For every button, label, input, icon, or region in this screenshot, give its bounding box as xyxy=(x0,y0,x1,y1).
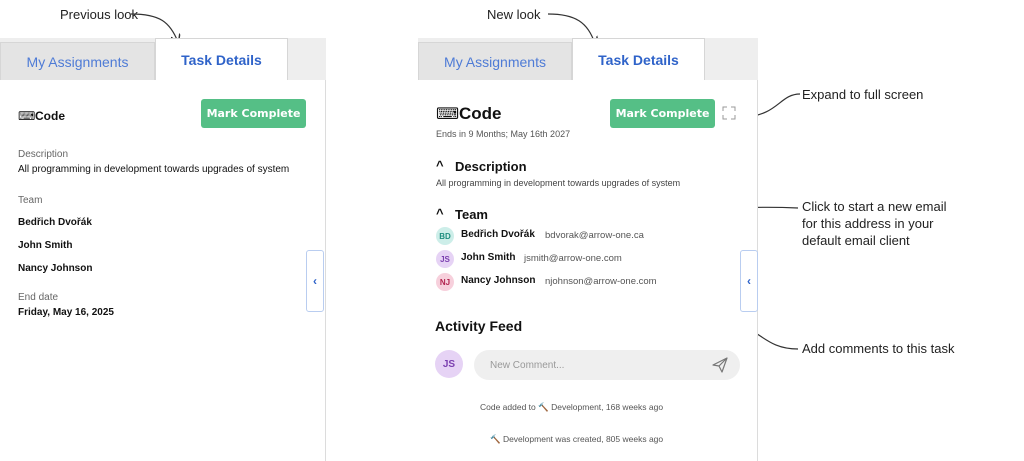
avatar: JS xyxy=(436,250,454,268)
task-deadline-subtitle: Ends in 9 Months; May 16th 2027 xyxy=(436,129,571,139)
activity-feed-title: Activity Feed xyxy=(435,318,523,334)
team-member-name: Bedřich Dvořák xyxy=(461,229,535,240)
chevron-left-icon: ‹ xyxy=(313,274,317,288)
send-icon[interactable] xyxy=(712,357,728,373)
annotation-expand: Expand to full screen xyxy=(802,87,924,102)
old-tab-task-details[interactable]: Task Details xyxy=(155,38,288,81)
avatar: NJ xyxy=(436,273,454,291)
old-team-label: Team xyxy=(18,195,43,206)
new-tab-my-assignments[interactable]: My Assignments xyxy=(418,42,572,80)
avatar: BD xyxy=(436,227,454,245)
expand-icon[interactable] xyxy=(722,106,736,120)
team-member-name: John Smith xyxy=(461,252,516,263)
old-mark-complete-button[interactable]: Mark Complete xyxy=(201,99,306,128)
keyboard-icon: ⌨ xyxy=(18,109,36,123)
old-panel-content: ⌨ Code Mark Complete Description All pro… xyxy=(0,80,326,461)
team-header[interactable]: Team xyxy=(455,207,488,222)
old-end-date-label: End date xyxy=(18,292,59,303)
old-collapse-tab[interactable]: ‹ xyxy=(306,250,324,312)
old-tab-my-assignments[interactable]: My Assignments xyxy=(0,42,155,80)
team-member-email[interactable]: bdvorak@arrow-one.ca xyxy=(545,230,644,241)
new-description-text: All programming in development towards u… xyxy=(436,178,681,188)
new-mark-complete-button[interactable]: Mark Complete xyxy=(610,99,715,128)
chevron-left-icon: ‹ xyxy=(747,274,751,288)
comment-placeholder: New Comment... xyxy=(490,359,565,371)
team-member-email[interactable]: jsmith@arrow-one.com xyxy=(524,253,622,264)
team-member-email[interactable]: njohnson@arrow-one.com xyxy=(545,276,657,287)
new-task-title: Code xyxy=(459,104,502,123)
team-member-name: Nancy Johnson xyxy=(461,275,536,286)
old-team-member: Bedřich Dvořák xyxy=(18,217,92,228)
old-description-text: All programming in development towards u… xyxy=(18,164,290,175)
old-team-member: Nancy Johnson xyxy=(18,263,93,274)
chevron-up-icon[interactable]: ^ xyxy=(436,158,444,173)
annotation-previous-look: Previous look xyxy=(60,7,139,22)
new-tab-task-details[interactable]: Task Details xyxy=(572,38,705,81)
description-header[interactable]: Description xyxy=(455,159,527,174)
old-team-member: John Smith xyxy=(18,240,73,251)
new-comment-input[interactable]: New Comment... xyxy=(474,350,740,380)
old-task-title: Code xyxy=(35,109,65,123)
keyboard-icon: ⌨ xyxy=(436,106,460,123)
annotation-comments: Add comments to this task xyxy=(802,341,955,356)
current-user-avatar: JS xyxy=(435,350,463,378)
new-task-panel: My Assignments Task Details ⌨ Code Ends … xyxy=(418,38,758,461)
new-panel-content: ⌨ Code Ends in 9 Months; May 16th 2027 M… xyxy=(418,80,758,461)
old-task-panel: My Assignments Task Details ⌨ Code Mark … xyxy=(0,38,326,461)
chevron-up-icon[interactable]: ^ xyxy=(436,206,444,221)
old-end-date: Friday, May 16, 2025 xyxy=(18,307,114,318)
annotation-new-look: New look xyxy=(487,7,541,22)
annotation-email-line3: default email client xyxy=(802,233,910,248)
new-collapse-tab[interactable]: ‹ xyxy=(740,250,758,312)
feed-entry: 🔨 Development was created, 805 weeks ago xyxy=(490,434,664,444)
feed-entry: Code added to 🔨 Development, 168 weeks a… xyxy=(480,402,664,412)
old-description-label: Description xyxy=(18,149,69,160)
